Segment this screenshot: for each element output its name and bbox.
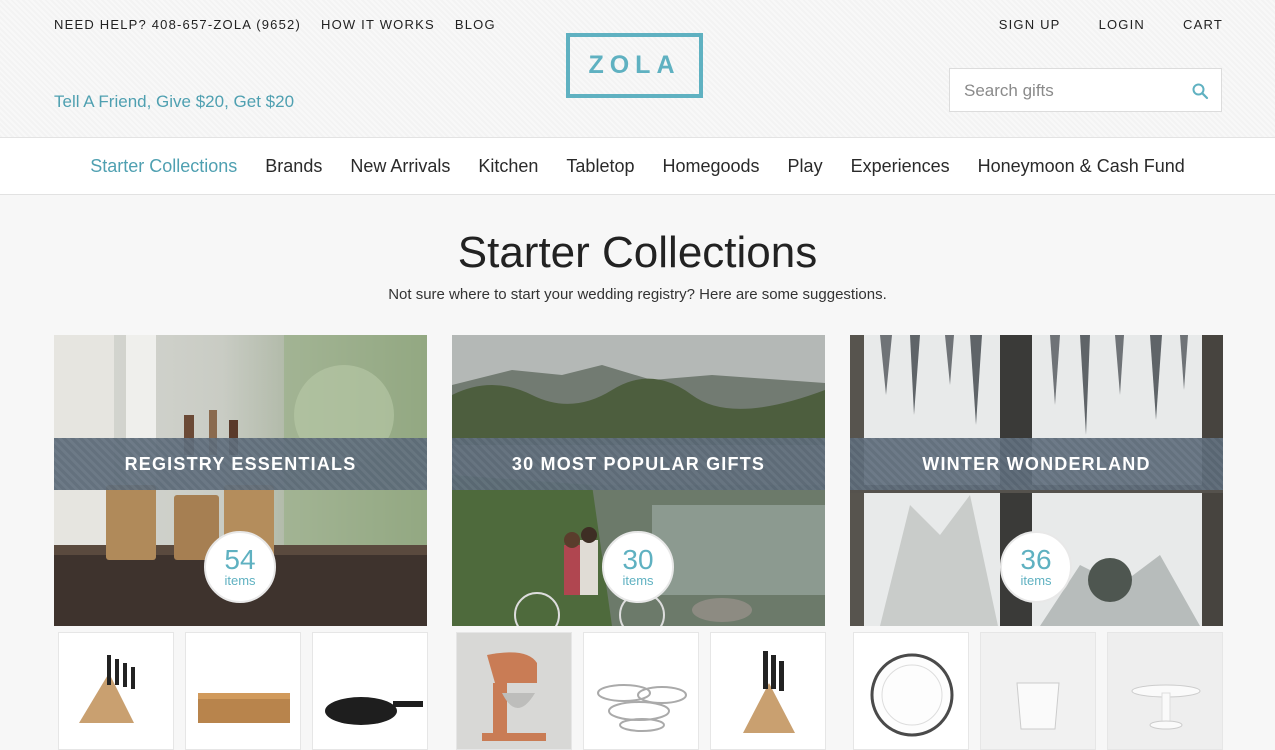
site-header: NEED HELP? 408-657-ZOLA (9652) HOW IT WO… — [0, 0, 1275, 138]
cutting-board-image — [198, 693, 290, 723]
collection-card-registry-essentials[interactable]: REGISTRY ESSENTIALS 54 items — [54, 335, 427, 626]
product-thumb-glass-bowls[interactable] — [583, 632, 699, 750]
nav-homegoods[interactable]: Homegoods — [648, 156, 773, 177]
refer-friend-link[interactable]: Tell A Friend, Give $20, Get $20 — [54, 92, 294, 112]
nav-experiences[interactable]: Experiences — [837, 156, 964, 177]
item-count-label: items — [1020, 573, 1052, 588]
collection-card-winter-wonderland[interactable]: WINTER WONDERLAND 36 items — [850, 335, 1223, 626]
nav-honeymoon-cash-fund[interactable]: Honeymoon & Cash Fund — [964, 156, 1199, 177]
nav-new-arrivals[interactable]: New Arrivals — [336, 156, 464, 177]
nav-play[interactable]: Play — [774, 156, 837, 177]
topbar-left: NEED HELP? 408-657-ZOLA (9652) HOW IT WO… — [54, 17, 496, 32]
item-count: 54 — [224, 544, 256, 575]
item-count-badge: 30 items — [602, 531, 674, 603]
glass-bowls-image — [597, 684, 687, 732]
blog-link[interactable]: BLOG — [455, 17, 496, 32]
collection-title-band: WINTER WONDERLAND — [850, 438, 1223, 490]
main-nav: Starter Collections Brands New Arrivals … — [0, 138, 1275, 195]
knife-block-image — [743, 651, 795, 733]
nav-starter-collections[interactable]: Starter Collections — [76, 156, 251, 177]
zola-logo[interactable]: ZOLA — [566, 33, 703, 98]
help-phone-link[interactable]: NEED HELP? 408-657-ZOLA (9652) — [54, 17, 301, 32]
item-count-badge: 36 items — [1000, 531, 1072, 603]
logo-text: ZOLA — [588, 51, 681, 79]
product-thumb-cast-iron-skillet[interactable] — [312, 632, 428, 750]
nav-kitchen[interactable]: Kitchen — [464, 156, 552, 177]
page-title: Starter Collections — [457, 228, 818, 277]
cake-stand-image — [1108, 633, 1222, 749]
product-thumb-stand-mixer[interactable] — [456, 632, 572, 750]
page-subtitle: Not sure where to start your wedding reg… — [388, 286, 887, 303]
how-it-works-link[interactable]: HOW IT WORKS — [321, 17, 435, 32]
search-box — [949, 68, 1222, 112]
dinner-plate-image — [870, 653, 954, 737]
item-count: 30 — [622, 544, 654, 575]
search-icon[interactable] — [1191, 82, 1209, 100]
stand-mixer-image — [457, 633, 571, 749]
collection-title: REGISTRY ESSENTIALS — [124, 453, 357, 474]
topbar-right: SIGN UP LOGIN CART — [999, 17, 1223, 32]
search-input[interactable] — [962, 79, 1186, 103]
nav-brands[interactable]: Brands — [251, 156, 336, 177]
sign-up-link[interactable]: SIGN UP — [999, 17, 1061, 32]
product-thumb-knife-block[interactable] — [58, 632, 174, 750]
product-thumb-knife-block-2[interactable] — [710, 632, 826, 750]
product-thumb-cutting-board[interactable] — [185, 632, 301, 750]
collection-title-band: REGISTRY ESSENTIALS — [54, 438, 427, 490]
product-thumb-dinner-plate[interactable] — [853, 632, 969, 750]
collection-title-band: 30 MOST POPULAR GIFTS — [452, 438, 825, 490]
login-link[interactable]: LOGIN — [1099, 17, 1145, 32]
nav-tabletop[interactable]: Tabletop — [552, 156, 648, 177]
mug-image — [981, 633, 1095, 749]
item-count-label: items — [622, 573, 654, 588]
product-thumb-cake-stand[interactable] — [1107, 632, 1223, 750]
cart-link[interactable]: CART — [1183, 17, 1223, 32]
skillet-image — [325, 697, 423, 725]
collection-title: 30 MOST POPULAR GIFTS — [511, 453, 766, 474]
collection-card-most-popular[interactable]: 30 MOST POPULAR GIFTS 30 items — [452, 335, 825, 626]
item-count-label: items — [224, 573, 256, 588]
knife-block-image — [79, 655, 135, 723]
item-count: 36 — [1020, 544, 1052, 575]
product-thumb-mug[interactable] — [980, 632, 1096, 750]
item-count-badge: 54 items — [204, 531, 276, 603]
collection-title: WINTER WONDERLAND — [922, 453, 1151, 474]
